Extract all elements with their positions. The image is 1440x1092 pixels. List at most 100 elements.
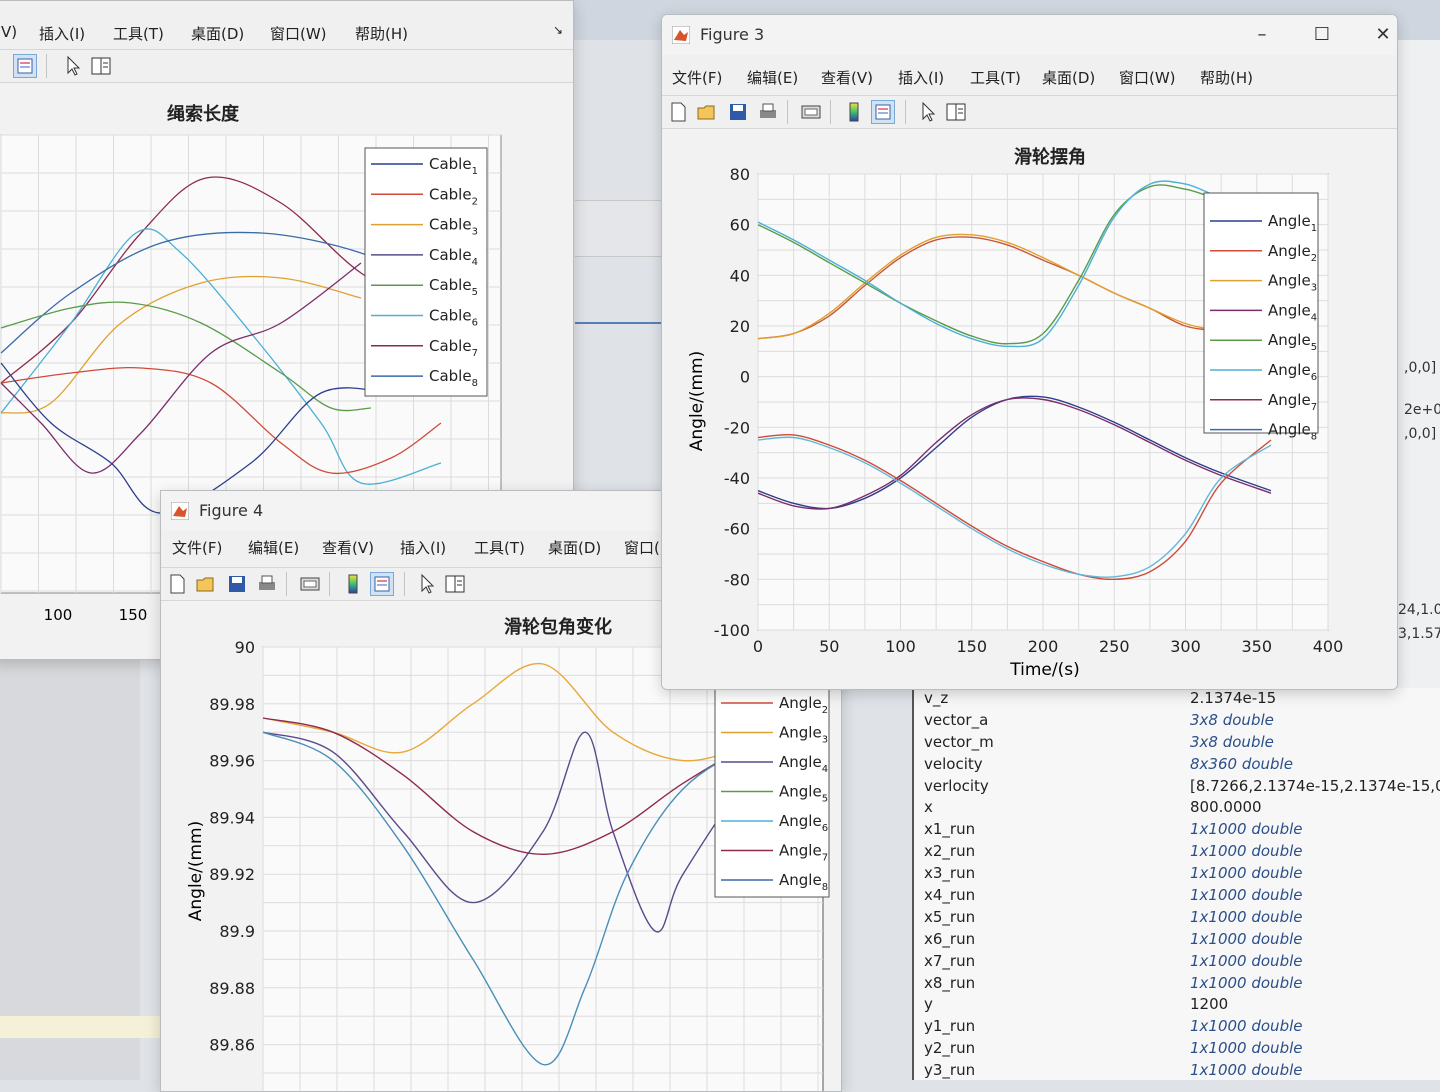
new-figure-icon[interactable]: [165, 572, 189, 596]
menu-insert[interactable]: 插入(I): [898, 67, 944, 88]
workspace-row[interactable]: vector_m 3x8 double: [914, 732, 1440, 754]
menu-tools[interactable]: 工具(T): [970, 67, 1021, 88]
property-editor-icon[interactable]: [89, 54, 113, 78]
x-tick-label: 100: [885, 637, 916, 656]
menu-desktop[interactable]: 桌面(D): [191, 23, 244, 44]
workspace-row[interactable]: x1_run 1x1000 double: [914, 819, 1440, 841]
property-editor-icon[interactable]: [944, 100, 968, 124]
toolbar-separator: [830, 100, 831, 124]
pointer-icon[interactable]: [916, 100, 940, 124]
variable-name: x8_run: [924, 973, 976, 992]
workspace-row[interactable]: x 800.0000: [914, 797, 1440, 819]
legend-toggle-icon[interactable]: [871, 100, 895, 124]
workspace-row[interactable]: v_z 2.1374e-15: [914, 688, 1440, 710]
chart-legend[interactable]: Cable1Cable2Cable3Cable4Cable5Cable6Cabl…: [364, 147, 488, 397]
toolbar-separator: [329, 572, 330, 596]
save-icon[interactable]: [726, 100, 750, 124]
workspace-row[interactable]: vector_a 3x8 double: [914, 710, 1440, 732]
x-tick-label: 300: [1170, 637, 1201, 656]
print-icon[interactable]: [255, 572, 279, 596]
workspace-row[interactable]: x4_run 1x1000 double: [914, 885, 1440, 907]
figure-area: 滑轮摆角 Angle/(mm) Time/(s) 0 50 100 150 200 250…: [662, 129, 1397, 689]
print-icon[interactable]: [756, 100, 780, 124]
variable-name: x7_run: [924, 951, 976, 970]
chart-legend[interactable]: Angle2Angle3Angle4Angle5Angle6Angle7Angl…: [714, 686, 830, 898]
save-icon[interactable]: [225, 572, 249, 596]
matlab-logo-icon: [672, 26, 690, 44]
variable-value: 1x1000 double: [1190, 820, 1303, 839]
maximize-button[interactable]: ☐: [1308, 21, 1336, 49]
variable-value: 1x1000 double: [1190, 1061, 1303, 1080]
colorbar-icon[interactable]: [842, 100, 866, 124]
y-tick-label: 89.96: [209, 752, 255, 771]
y-tick-label: -60: [724, 520, 750, 539]
background-command-line: [0, 1016, 170, 1038]
menu-insert[interactable]: 插入(I): [400, 537, 446, 558]
menu-edit[interactable]: 编辑(E): [747, 67, 798, 88]
pointer-icon[interactable]: [61, 54, 85, 78]
menu-window[interactable]: 窗口(W): [1119, 67, 1176, 88]
workspace-row[interactable]: x3_run 1x1000 double: [914, 863, 1440, 885]
workspace-row[interactable]: x6_run 1x1000 double: [914, 929, 1440, 951]
legend-toggle-icon[interactable]: [13, 54, 37, 78]
variable-name: x3_run: [924, 864, 976, 883]
y-tick-label: 89.98: [209, 695, 255, 714]
workspace-row[interactable]: x2_run 1x1000 double: [914, 841, 1440, 863]
variable-name: verlocity: [924, 776, 989, 795]
link-plot-icon[interactable]: [799, 100, 823, 124]
menu-window[interactable]: 窗口(: [624, 537, 660, 558]
workspace-value-fragment: 3,1.57: [1398, 626, 1440, 642]
workspace-row[interactable]: verlocity [8.7266,2.1374e-15,2.1374e-15,0…: [914, 776, 1440, 798]
new-figure-icon[interactable]: [666, 100, 690, 124]
variable-value: 3x8 double: [1190, 732, 1274, 751]
workspace-row[interactable]: y 1200: [914, 994, 1440, 1016]
legend-toggle-icon[interactable]: [370, 572, 394, 596]
y-tick-label: -80: [724, 570, 750, 589]
workspace-row[interactable]: x7_run 1x1000 double: [914, 951, 1440, 973]
chart-legend[interactable]: Angle1Angle2Angle3Angle4Angle5Angle6Angl…: [1203, 192, 1319, 443]
menu-desktop[interactable]: 桌面(D): [548, 537, 601, 558]
colorbar-icon[interactable]: [341, 572, 365, 596]
link-plot-icon[interactable]: [298, 572, 322, 596]
menu-help[interactable]: 帮助(H): [355, 23, 408, 44]
toolbar: [0, 49, 573, 83]
variable-name: x1_run: [924, 820, 976, 839]
variable-value: 1x1000 double: [1190, 973, 1303, 992]
workspace-row[interactable]: y1_run 1x1000 double: [914, 1016, 1440, 1038]
menu-help[interactable]: 帮助(H): [1200, 67, 1253, 88]
menu-window[interactable]: 窗口(W): [270, 23, 327, 44]
x-tick-label: 0: [753, 637, 763, 656]
menu-view[interactable]: V): [1, 23, 17, 41]
menu-desktop[interactable]: 桌面(D): [1042, 67, 1095, 88]
variable-name: y3_run: [924, 1061, 976, 1080]
y-tick-label: 60: [730, 216, 750, 235]
y-tick-label: -20: [724, 418, 750, 437]
property-editor-icon[interactable]: [443, 572, 467, 596]
variable-name: x2_run: [924, 842, 976, 861]
menu-edit[interactable]: 编辑(E): [248, 537, 299, 558]
workspace-row[interactable]: x8_run 1x1000 double: [914, 973, 1440, 995]
workspace-row[interactable]: velocity 8x360 double: [914, 754, 1440, 776]
workspace-row[interactable]: y2_run 1x1000 double: [914, 1038, 1440, 1060]
chart-title: 滑轮包角变化: [504, 616, 612, 638]
y-tick-label: 20: [730, 317, 750, 336]
menu-file[interactable]: 文件(F): [172, 537, 222, 558]
background-panel: [575, 200, 665, 257]
menu-view[interactable]: 查看(V): [322, 537, 374, 558]
workspace-row[interactable]: y3_run 1x1000 double: [914, 1060, 1440, 1082]
toolbar: [662, 95, 1397, 129]
open-folder-icon[interactable]: [695, 100, 719, 124]
menu-tools[interactable]: 工具(T): [113, 23, 164, 44]
minimize-button[interactable]: –: [1248, 21, 1276, 49]
workspace-row[interactable]: x5_run 1x1000 double: [914, 907, 1440, 929]
pointer-icon[interactable]: [415, 572, 439, 596]
figure-3-window: Figure 3 – ☐ ✕ 文件(F) 编辑(E) 查看(V) 插入(I) 工…: [661, 14, 1398, 690]
menu-file[interactable]: 文件(F): [672, 67, 722, 88]
open-folder-icon[interactable]: [194, 572, 218, 596]
menu-bar: 文件(F) 编辑(E) 查看(V) 插入(I) 工具(T) 桌面(D) 窗口(W…: [662, 61, 1397, 91]
close-button[interactable]: ✕: [1369, 21, 1397, 49]
menu-view[interactable]: 查看(V): [821, 67, 873, 88]
menu-tools[interactable]: 工具(T): [474, 537, 525, 558]
menu-insert[interactable]: 插入(I): [39, 23, 85, 44]
menu-expand-icon[interactable]: ↘: [553, 23, 563, 37]
